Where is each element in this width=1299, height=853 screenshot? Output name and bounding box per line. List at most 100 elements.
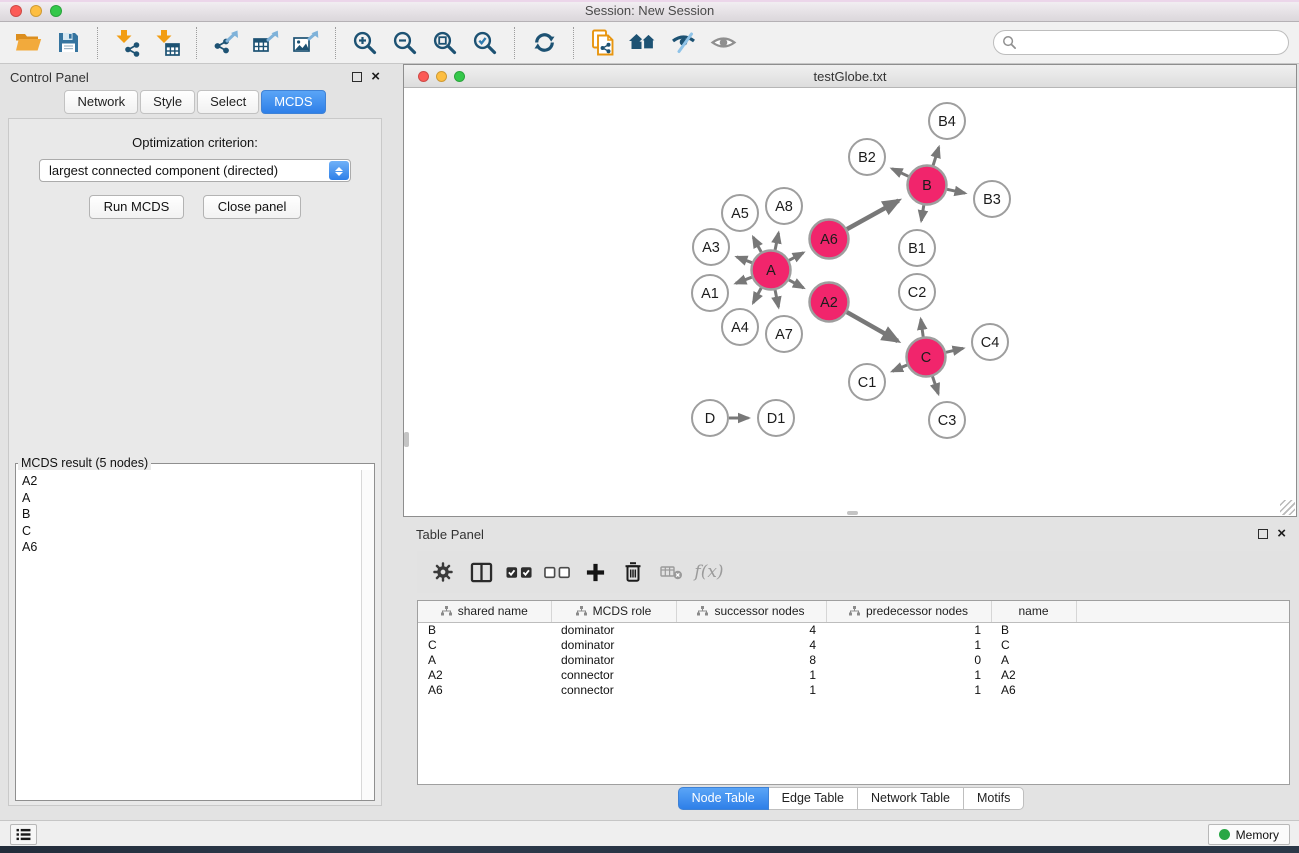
edge-A-A8[interactable]	[775, 233, 778, 250]
float-table-panel-icon[interactable]	[1258, 529, 1268, 539]
select-all-columns-button[interactable]	[500, 554, 538, 590]
graph-node-C[interactable]: C	[907, 338, 946, 377]
tab-network-table[interactable]: Network Table	[857, 787, 964, 810]
cell-mcds-role[interactable]: connector	[551, 683, 676, 698]
float-panel-icon[interactable]	[352, 72, 362, 82]
zoom-selected-button[interactable]	[465, 25, 505, 61]
mcds-result-scrollbar[interactable]	[361, 470, 374, 800]
cell-mcds-role[interactable]: dominator	[551, 622, 676, 638]
tab-edge-table[interactable]: Edge Table	[768, 787, 858, 810]
export-table-button[interactable]	[246, 25, 286, 61]
cell-mcds-role[interactable]: dominator	[551, 653, 676, 668]
cell-mcds-role[interactable]: connector	[551, 668, 676, 683]
graph-node-A4[interactable]: A4	[722, 309, 758, 345]
edge-A-A3[interactable]	[737, 257, 752, 263]
open-session-button[interactable]	[8, 25, 48, 61]
graph-node-C3[interactable]: C3	[929, 402, 965, 438]
save-session-button[interactable]	[48, 25, 88, 61]
edge-C-C3[interactable]	[933, 376, 939, 393]
graph-node-C4[interactable]: C4	[972, 324, 1008, 360]
table-row[interactable]: A2connector11A2	[418, 668, 1289, 683]
edge-A-A5[interactable]	[753, 237, 761, 252]
edge-A-A2[interactable]	[789, 280, 804, 288]
cell-successor-nodes[interactable]: 8	[676, 653, 826, 668]
cell-shared-name[interactable]: A2	[418, 668, 551, 683]
tab-style[interactable]: Style	[140, 90, 195, 114]
tab-network[interactable]: Network	[64, 90, 138, 114]
graph-node-B2[interactable]: B2	[849, 139, 885, 175]
cell-predecessor-nodes[interactable]: 1	[826, 668, 991, 683]
graph-node-C1[interactable]: C1	[849, 364, 885, 400]
cell-predecessor-nodes[interactable]: 1	[826, 683, 991, 698]
network-canvas[interactable]: B4B2BB3A8A5A6A3B1AA1C2A2A4A7C4CC1DD1C3	[404, 88, 1296, 516]
graph-node-D[interactable]: D	[692, 400, 728, 436]
resize-grip[interactable]	[1280, 500, 1295, 515]
table-row[interactable]: A6connector11A6	[418, 683, 1289, 698]
graph-node-B3[interactable]: B3	[974, 181, 1010, 217]
mcds-result-item[interactable]: A	[22, 490, 354, 507]
graph-node-B1[interactable]: B1	[899, 230, 935, 266]
table-settings-button[interactable]	[424, 554, 462, 590]
graph-node-C2[interactable]: C2	[899, 274, 935, 310]
table-row[interactable]: Bdominator41B	[418, 622, 1289, 638]
new-session-button[interactable]	[583, 25, 623, 61]
zoom-fit-button[interactable]	[425, 25, 465, 61]
export-network-button[interactable]	[206, 25, 246, 61]
search-input[interactable]	[1017, 35, 1288, 50]
close-panel-icon[interactable]: ×	[371, 72, 380, 82]
show-all-button[interactable]	[703, 25, 743, 61]
zoom-out-button[interactable]	[385, 25, 425, 61]
edge-C-C2[interactable]	[921, 319, 923, 336]
search-field[interactable]	[993, 30, 1289, 55]
create-column-button[interactable]	[576, 554, 614, 590]
table-row[interactable]: Adominator80A	[418, 653, 1289, 668]
cell-successor-nodes[interactable]: 4	[676, 622, 826, 638]
delete-table-button[interactable]	[652, 554, 690, 590]
delete-column-button[interactable]	[614, 554, 652, 590]
cell-successor-nodes[interactable]: 1	[676, 668, 826, 683]
edge-A-A6[interactable]	[789, 253, 803, 261]
cell-name[interactable]: A	[991, 653, 1076, 668]
edge-B-B2[interactable]	[892, 169, 908, 177]
import-network-button[interactable]	[107, 25, 147, 61]
close-table-panel-icon[interactable]: ×	[1277, 529, 1286, 539]
cell-predecessor-nodes[interactable]: 0	[826, 653, 991, 668]
column-header-predecessor-nodes[interactable]: predecessor nodes	[826, 601, 991, 622]
edge-A-A4[interactable]	[753, 288, 761, 303]
mcds-result-item[interactable]: A2	[22, 473, 354, 490]
cell-shared-name[interactable]: C	[418, 638, 551, 653]
edge-A-A7[interactable]	[775, 290, 778, 307]
cell-mcds-role[interactable]: dominator	[551, 638, 676, 653]
graph-node-A3[interactable]: A3	[693, 229, 729, 265]
mcds-result-item[interactable]: A6	[22, 539, 354, 556]
tab-mcds[interactable]: MCDS	[261, 90, 325, 114]
show-column-panel-button[interactable]	[462, 554, 500, 590]
run-mcds-button[interactable]: Run MCDS	[89, 195, 185, 219]
cell-successor-nodes[interactable]: 4	[676, 638, 826, 653]
cell-name[interactable]: A2	[991, 668, 1076, 683]
vertical-scrollbar-thumb[interactable]	[404, 432, 409, 447]
export-image-button[interactable]	[286, 25, 326, 61]
tab-select[interactable]: Select	[197, 90, 259, 114]
graph-node-A6[interactable]: A6	[810, 220, 849, 259]
graph-node-B[interactable]: B	[908, 166, 947, 205]
zoom-in-button[interactable]	[345, 25, 385, 61]
cell-successor-nodes[interactable]: 1	[676, 683, 826, 698]
task-history-button[interactable]	[10, 824, 37, 845]
deselect-all-columns-button[interactable]	[538, 554, 576, 590]
column-header-name[interactable]: name	[991, 601, 1076, 622]
criterion-select[interactable]: largest connected component (directed)	[39, 159, 351, 182]
graph-node-D1[interactable]: D1	[758, 400, 794, 436]
cell-name[interactable]: B	[991, 622, 1076, 638]
graph-node-A2[interactable]: A2	[810, 283, 849, 322]
cell-name[interactable]: C	[991, 638, 1076, 653]
home-button[interactable]	[623, 25, 663, 61]
import-table-button[interactable]	[147, 25, 187, 61]
hide-selected-button[interactable]	[663, 25, 703, 61]
edge-A6-B[interactable]	[847, 201, 899, 230]
mcds-result-item[interactable]: C	[22, 523, 354, 540]
memory-button[interactable]: Memory	[1208, 824, 1290, 845]
close-panel-button[interactable]: Close panel	[203, 195, 302, 219]
edge-C-C1[interactable]	[892, 365, 907, 371]
edge-B-B4[interactable]	[933, 147, 939, 165]
